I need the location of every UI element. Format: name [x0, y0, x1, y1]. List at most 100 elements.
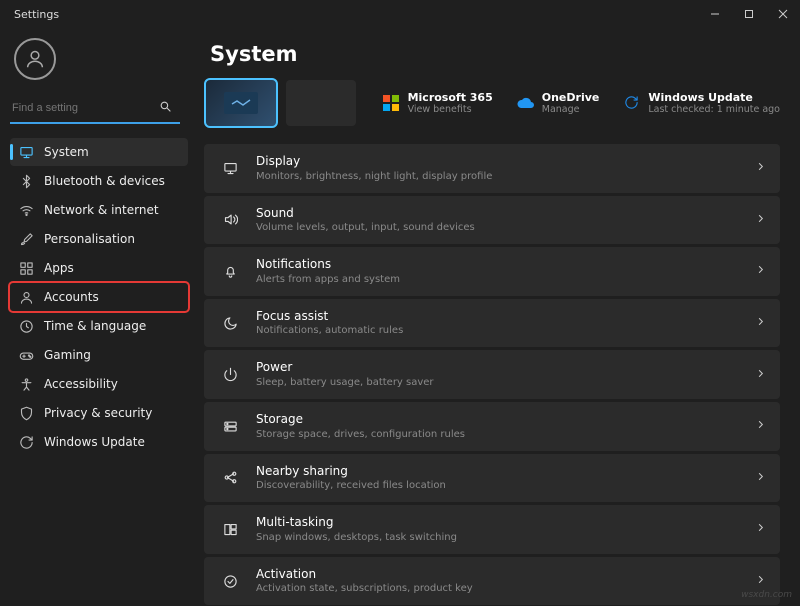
share-icon: [220, 468, 240, 488]
sidebar-nav: System Bluetooth & devices Network & int…: [10, 138, 188, 456]
card-title: Multi-tasking: [256, 515, 739, 531]
setting-card-power[interactable]: Power Sleep, battery usage, battery save…: [204, 350, 780, 399]
card-subtitle: Alerts from apps and system: [256, 273, 739, 286]
sidebar-item-label: Personalisation: [44, 232, 135, 246]
sidebar-item-personalisation[interactable]: Personalisation: [10, 225, 188, 253]
desktop-thumbnail-2[interactable]: [286, 80, 356, 126]
accessibility-icon: [18, 376, 34, 392]
card-subtitle: Monitors, brightness, night light, displ…: [256, 170, 739, 183]
sidebar-item-apps[interactable]: Apps: [10, 254, 188, 282]
card-subtitle: Discoverability, received files location: [256, 479, 739, 492]
header-card-title: Microsoft 365: [408, 91, 493, 104]
sidebar-item-label: Windows Update: [44, 435, 145, 449]
header-card-subtitle: View benefits: [408, 104, 493, 115]
apps-icon: [18, 260, 34, 276]
close-button[interactable]: [766, 0, 800, 28]
person-icon: [18, 289, 34, 305]
chevron-right-icon: [755, 213, 766, 227]
card-title: Notifications: [256, 257, 739, 273]
sidebar-item-label: System: [44, 145, 89, 159]
header-card-title: OneDrive: [542, 91, 600, 104]
setting-card-activation[interactable]: Activation Activation state, subscriptio…: [204, 557, 780, 606]
gamepad-icon: [18, 347, 34, 363]
update-icon: [18, 434, 34, 450]
sidebar-item-time-language[interactable]: Time & language: [10, 312, 188, 340]
check-icon: [220, 571, 240, 591]
ms365-icon: [381, 93, 401, 113]
chevron-right-icon: [755, 522, 766, 536]
multitask-icon: [220, 519, 240, 539]
update-icon: [621, 93, 641, 113]
watermark: wsxdn.com: [741, 590, 792, 600]
card-subtitle: Notifications, automatic rules: [256, 324, 739, 337]
chevron-right-icon: [755, 316, 766, 330]
header-card-microsoft-[interactable]: Microsoft 365 View benefits: [381, 91, 493, 116]
setting-card-display[interactable]: Display Monitors, brightness, night ligh…: [204, 144, 780, 193]
minimize-button[interactable]: [698, 0, 732, 28]
card-subtitle: Volume levels, output, input, sound devi…: [256, 221, 739, 234]
power-icon: [220, 365, 240, 385]
card-title: Display: [256, 154, 739, 170]
titlebar: Settings: [0, 0, 800, 28]
bell-icon: [220, 261, 240, 281]
header-row: Microsoft 365 View benefits OneDrive Man…: [204, 80, 780, 126]
setting-card-notifications[interactable]: Notifications Alerts from apps and syste…: [204, 247, 780, 296]
sidebar-item-gaming[interactable]: Gaming: [10, 341, 188, 369]
brush-icon: [18, 231, 34, 247]
chevron-right-icon: [755, 471, 766, 485]
sidebar-item-label: Bluetooth & devices: [44, 174, 165, 188]
card-title: Activation: [256, 567, 739, 583]
sidebar-item-windows-update[interactable]: Windows Update: [10, 428, 188, 456]
header-card-subtitle: Last checked: 1 minute ago: [648, 104, 780, 115]
clock-globe-icon: [18, 318, 34, 334]
card-subtitle: Activation state, subscriptions, product…: [256, 582, 739, 595]
sidebar-item-accounts[interactable]: Accounts: [10, 283, 188, 311]
sidebar-item-privacy-security[interactable]: Privacy & security: [10, 399, 188, 427]
card-title: Power: [256, 360, 739, 376]
setting-card-storage[interactable]: Storage Storage space, drives, configura…: [204, 402, 780, 451]
bluetooth-icon: [18, 173, 34, 189]
sidebar-item-label: Gaming: [44, 348, 91, 362]
card-title: Sound: [256, 206, 739, 222]
shield-icon: [18, 405, 34, 421]
sidebar-item-label: Privacy & security: [44, 406, 152, 420]
setting-card-sound[interactable]: Sound Volume levels, output, input, soun…: [204, 196, 780, 245]
sidebar-item-label: Time & language: [44, 319, 146, 333]
sidebar-item-network-internet[interactable]: Network & internet: [10, 196, 188, 224]
display-icon: [220, 158, 240, 178]
card-subtitle: Snap windows, desktops, task switching: [256, 531, 739, 544]
chevron-right-icon: [755, 368, 766, 382]
search-input[interactable]: [12, 102, 152, 114]
sidebar-item-accessibility[interactable]: Accessibility: [10, 370, 188, 398]
sidebar-item-system[interactable]: System: [10, 138, 188, 166]
header-card-title: Windows Update: [648, 91, 780, 104]
search-field[interactable]: [10, 96, 180, 124]
storage-icon: [220, 416, 240, 436]
card-title: Storage: [256, 412, 739, 428]
settings-list: Display Monitors, brightness, night ligh…: [204, 144, 780, 606]
window-title: Settings: [14, 8, 59, 21]
avatar[interactable]: [14, 38, 56, 80]
header-card-windows-update[interactable]: Windows Update Last checked: 1 minute ag…: [621, 91, 780, 116]
card-title: Nearby sharing: [256, 464, 739, 480]
content-area: System Microsoft 365 View benefits OneDr…: [194, 28, 800, 606]
onedrive-icon: [515, 93, 535, 113]
setting-card-nearby-sharing[interactable]: Nearby sharing Discoverability, received…: [204, 454, 780, 503]
card-subtitle: Storage space, drives, configuration rul…: [256, 428, 739, 441]
sidebar-item-label: Network & internet: [44, 203, 159, 217]
header-card-subtitle: Manage: [542, 104, 600, 115]
sidebar-item-label: Accounts: [44, 290, 99, 304]
setting-card-focus-assist[interactable]: Focus assist Notifications, automatic ru…: [204, 299, 780, 348]
card-title: Focus assist: [256, 309, 739, 325]
maximize-button[interactable]: [732, 0, 766, 28]
card-subtitle: Sleep, battery usage, battery saver: [256, 376, 739, 389]
monitor-icon: [18, 144, 34, 160]
sidebar-item-bluetooth-devices[interactable]: Bluetooth & devices: [10, 167, 188, 195]
search-icon: [159, 100, 172, 116]
desktop-thumbnail-1[interactable]: [206, 80, 276, 126]
window-controls: [698, 0, 800, 28]
sidebar: System Bluetooth & devices Network & int…: [0, 28, 194, 606]
setting-card-multi-tasking[interactable]: Multi-tasking Snap windows, desktops, ta…: [204, 505, 780, 554]
chevron-right-icon: [755, 419, 766, 433]
header-card-onedrive[interactable]: OneDrive Manage: [515, 91, 600, 116]
